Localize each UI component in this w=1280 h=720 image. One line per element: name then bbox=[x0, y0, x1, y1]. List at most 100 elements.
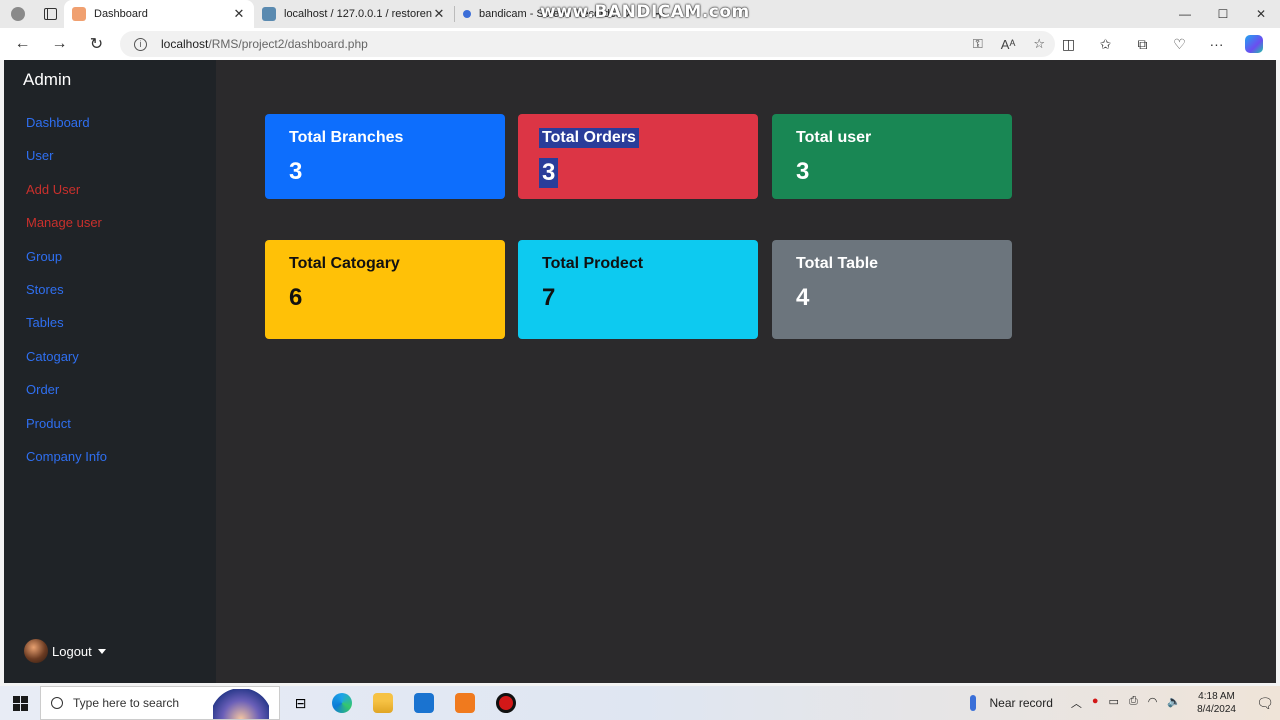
copilot-icon bbox=[1244, 35, 1263, 53]
edge-icon bbox=[331, 693, 352, 713]
copilot-button[interactable] bbox=[1235, 28, 1272, 60]
sidebar-item-catogary[interactable]: Catogary bbox=[26, 347, 107, 380]
weather-text: Near record bbox=[989, 696, 1053, 710]
sidebar: Admin Dashboard User Add User Manage use… bbox=[4, 60, 216, 683]
sidebar-item-tables[interactable]: Tables bbox=[26, 313, 107, 346]
profile-button[interactable] bbox=[0, 0, 36, 28]
card-title: Total Branches bbox=[289, 129, 404, 146]
taskbar-mail[interactable] bbox=[403, 686, 444, 720]
windows-taskbar: Type here to search ⊟ Near record ︿ ● ▭ … bbox=[0, 686, 1280, 720]
task-view-icon: ⊟ bbox=[294, 694, 307, 711]
key-icon[interactable]: ⚿ bbox=[973, 36, 983, 52]
browser-essentials-icon[interactable]: ♡ bbox=[1161, 28, 1198, 60]
card-title: Total Prodect bbox=[542, 255, 644, 272]
window-controls: — ☐ ✕ bbox=[1166, 0, 1280, 28]
card-value: 6 bbox=[289, 284, 303, 311]
browser-toolbar: ← → ↻ i localhost/RMS/project2/dashboard… bbox=[0, 28, 1280, 60]
taskbar-clock[interactable]: 4:18 AM 8/4/2024 bbox=[1197, 690, 1236, 716]
system-tray: Near record ︿ ● ▭ ⎙ ◠ 🔈 4:18 AM 8/4/2024… bbox=[969, 686, 1280, 720]
caret-down-icon bbox=[97, 648, 106, 654]
main-content: Total Branches 3 Total Orders 3 Total us… bbox=[216, 60, 1276, 683]
tray-icons: ︿ ● ▭ ⎙ ◠ 🔈 bbox=[1071, 695, 1181, 711]
stat-card-prodect[interactable]: Total Prodect 7 bbox=[518, 240, 758, 339]
card-title: Total user bbox=[796, 129, 872, 146]
stat-card-table[interactable]: Total Table 4 bbox=[772, 240, 1012, 339]
taskbar-search[interactable]: Type here to search bbox=[40, 686, 280, 720]
stat-card-branches[interactable]: Total Branches 3 bbox=[265, 114, 505, 199]
logout-label: Logout bbox=[52, 643, 92, 659]
taskbar-xampp[interactable] bbox=[444, 686, 485, 720]
sidebar-item-company-info[interactable]: Company Info bbox=[26, 447, 107, 480]
chevron-up-icon[interactable]: ︿ bbox=[1071, 695, 1082, 711]
task-view-button[interactable]: ⊟ bbox=[280, 686, 321, 720]
minimize-button[interactable]: — bbox=[1166, 0, 1204, 28]
tab-favicon-icon bbox=[262, 7, 276, 21]
avatar bbox=[24, 639, 48, 663]
windows-logo-icon bbox=[12, 695, 28, 711]
card-title: Total Catogary bbox=[289, 255, 400, 272]
sidebar-item-add-user[interactable]: Add User bbox=[26, 180, 107, 213]
tab-title: localhost / 127.0.0.1 / restorent / bbox=[284, 8, 432, 20]
clock-time: 4:18 AM bbox=[1198, 691, 1235, 702]
taskbar-bandicam[interactable] bbox=[485, 686, 526, 720]
close-tab-icon[interactable]: ✕ bbox=[232, 6, 246, 22]
battery-icon[interactable]: ▭ bbox=[1109, 695, 1119, 711]
read-aloud-icon[interactable]: Aᴬ bbox=[1001, 37, 1016, 52]
record-icon bbox=[495, 693, 516, 713]
card-title: Total Orders bbox=[539, 128, 639, 148]
bandicam-watermark: www.BANDICAM.com bbox=[540, 2, 750, 22]
tab-dashboard[interactable]: Dashboard ✕ bbox=[64, 0, 254, 28]
forward-button[interactable]: → bbox=[41, 28, 78, 60]
card-value: 3 bbox=[796, 158, 810, 185]
weather-widget[interactable]: Near record bbox=[969, 695, 1053, 711]
refresh-button[interactable]: ↻ bbox=[78, 28, 115, 60]
tab-favicon-icon bbox=[72, 7, 86, 21]
favorites-icon[interactable]: ✩ bbox=[1087, 28, 1124, 60]
device-icon[interactable]: ⎙ bbox=[1129, 695, 1138, 711]
wifi-icon[interactable]: ◠ bbox=[1148, 695, 1158, 711]
back-button[interactable]: ← bbox=[4, 28, 41, 60]
sidebar-item-order[interactable]: Order bbox=[26, 380, 107, 413]
tab-phpmyadmin[interactable]: localhost / 127.0.0.1 / restorent / ✕ bbox=[254, 0, 454, 28]
xampp-icon bbox=[454, 693, 475, 713]
sidebar-brand: Admin bbox=[23, 70, 72, 89]
close-window-button[interactable]: ✕ bbox=[1242, 0, 1280, 28]
address-bar[interactable]: i localhost/RMS/project2/dashboard.php bbox=[120, 31, 1055, 57]
thermometer-icon bbox=[969, 695, 976, 711]
tab-title: Dashboard bbox=[94, 8, 148, 20]
maximize-button[interactable]: ☐ bbox=[1204, 0, 1242, 28]
sidebar-item-manage-user[interactable]: Manage user bbox=[26, 213, 107, 246]
search-highlight-image bbox=[213, 689, 269, 719]
url-path: /RMS/project2/dashboard.php bbox=[208, 37, 368, 51]
stat-card-catogary[interactable]: Total Catogary 6 bbox=[265, 240, 505, 339]
tab-favicon-icon bbox=[463, 10, 471, 18]
card-title: Total Table bbox=[796, 255, 879, 272]
collections-icon[interactable]: ⧉ bbox=[1124, 28, 1161, 60]
close-tab-icon[interactable]: ✕ bbox=[432, 6, 446, 22]
tab-actions-button[interactable] bbox=[36, 0, 64, 28]
sidebar-item-dashboard[interactable]: Dashboard bbox=[26, 113, 107, 146]
clock-date: 8/4/2024 bbox=[1197, 704, 1236, 715]
tab-actions-icon bbox=[43, 8, 57, 20]
search-icon bbox=[51, 697, 63, 709]
start-button[interactable] bbox=[0, 686, 40, 720]
profile-icon bbox=[11, 7, 25, 21]
sidebar-item-group[interactable]: Group bbox=[26, 247, 107, 280]
dashboard-app: Admin Dashboard User Add User Manage use… bbox=[4, 60, 1276, 683]
taskbar-file-explorer[interactable] bbox=[362, 686, 403, 720]
more-options-icon[interactable]: ··· bbox=[1198, 28, 1235, 60]
stat-card-orders[interactable]: Total Orders 3 bbox=[518, 114, 758, 199]
sidebar-item-stores[interactable]: Stores bbox=[26, 280, 107, 313]
record-status-icon[interactable]: ● bbox=[1092, 695, 1099, 711]
taskbar-edge[interactable] bbox=[321, 686, 362, 720]
site-info-icon[interactable]: i bbox=[134, 37, 147, 51]
sidebar-item-user[interactable]: User bbox=[26, 146, 107, 179]
stat-card-users[interactable]: Total user 3 bbox=[772, 114, 1012, 199]
logout-dropdown[interactable]: Logout bbox=[24, 639, 106, 663]
favorite-star-icon[interactable]: ☆ bbox=[1033, 36, 1045, 52]
volume-icon[interactable]: 🔈 bbox=[1167, 695, 1181, 711]
notification-icon[interactable]: 🗨 bbox=[1250, 695, 1280, 712]
split-screen-icon[interactable]: ◫ bbox=[1050, 28, 1087, 60]
sidebar-item-product[interactable]: Product bbox=[26, 414, 107, 447]
card-value: 3 bbox=[539, 158, 559, 188]
